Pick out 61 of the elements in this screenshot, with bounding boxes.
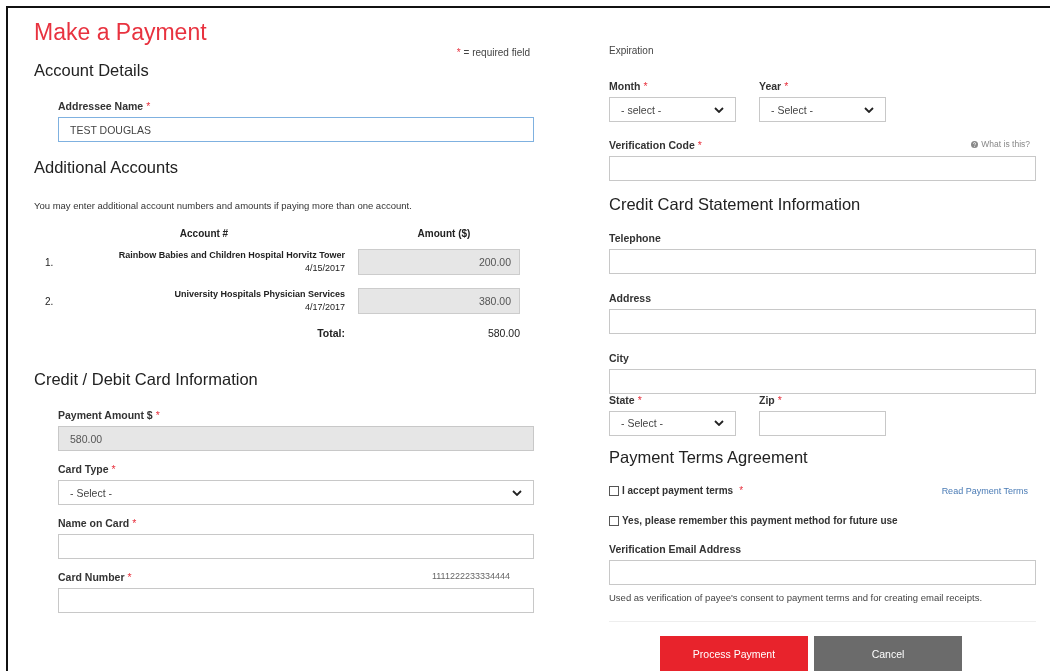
required-mark: * bbox=[155, 409, 160, 423]
required-mark: * bbox=[111, 463, 116, 477]
section-heading: Payment Terms Agreement bbox=[609, 447, 809, 467]
field-label: Card Type bbox=[58, 463, 109, 477]
required-mark: * bbox=[637, 393, 642, 408]
account-date: 4/15/2017 bbox=[304, 262, 345, 275]
required-mark: * bbox=[739, 485, 744, 497]
instruction-text: You may enter additional account numbers and amounts if paying more than one account. bbox=[34, 200, 413, 211]
required-mark: * bbox=[127, 571, 132, 585]
cancel-button[interactable]: Cancel bbox=[814, 636, 962, 671]
field-label: Year bbox=[759, 80, 782, 94]
help-link[interactable]: What is this? bbox=[971, 139, 1030, 149]
field-label: Verification Email Address bbox=[609, 543, 742, 558]
checkbox-label: I accept payment terms bbox=[622, 485, 734, 497]
field-label: Zip bbox=[759, 393, 775, 408]
email-note: Used as verification of payee's consent to payment terms and for creating email receipts. bbox=[609, 592, 1036, 622]
amount-field[interactable]: 380.00 bbox=[358, 288, 520, 314]
field-label: Address bbox=[609, 291, 651, 306]
section-heading: Account Details bbox=[34, 61, 150, 80]
required-mark: * bbox=[697, 139, 702, 153]
required-mark: * bbox=[643, 80, 648, 94]
addressee-name-field[interactable]: TEST DOUGLAS bbox=[58, 117, 534, 142]
select-dropdown[interactable]: - Select - bbox=[58, 480, 534, 505]
account-name: Rainbow Babies and Children Hospital Horvitz Tower bbox=[118, 249, 345, 262]
column-header: Account # bbox=[178, 228, 230, 239]
field-label: Telephone bbox=[609, 231, 661, 246]
amount-field[interactable]: 200.00 bbox=[358, 249, 520, 275]
section-heading: Credit / Debit Card Information bbox=[34, 370, 259, 389]
row-number: 1. bbox=[44, 256, 55, 268]
hint-text: 1111222233334444 bbox=[431, 571, 510, 581]
process-payment-button[interactable]: Process Payment bbox=[660, 636, 808, 671]
column-header: Amount ($) bbox=[416, 228, 472, 239]
month-dropdown[interactable]: - select - bbox=[609, 97, 736, 122]
row-number: 2. bbox=[44, 295, 55, 307]
account-name: University Hospitals Physician Services bbox=[174, 288, 345, 301]
read-terms-link[interactable]: Read Payment Terms bbox=[941, 485, 1028, 496]
required-mark: * bbox=[784, 80, 789, 94]
checkbox-label: Yes, please remember this payment method for future use bbox=[622, 515, 898, 526]
total-value: 580.00 bbox=[486, 327, 520, 339]
legend-text: = required field bbox=[463, 47, 530, 58]
state-dropdown[interactable]: - Select - bbox=[609, 410, 736, 436]
field-label: Name on Card bbox=[58, 517, 130, 531]
required-mark: * bbox=[777, 393, 782, 408]
field-label: Verification Code bbox=[609, 139, 695, 153]
expiration-caption: Expiration bbox=[609, 45, 655, 56]
payment-amount-field: 580.00 bbox=[58, 426, 534, 451]
required-mark: * bbox=[132, 517, 137, 531]
field-label: City bbox=[609, 351, 629, 366]
field-label: Card Number bbox=[58, 571, 125, 585]
field-label: Addressee Name bbox=[58, 100, 144, 114]
account-date: 4/17/2017 bbox=[304, 301, 345, 314]
field-label: Payment Amount $ bbox=[58, 409, 153, 423]
year-dropdown[interactable]: - Select - bbox=[759, 97, 886, 122]
required-mark: * bbox=[146, 100, 151, 114]
field-label: State bbox=[609, 393, 635, 408]
field-label: Month bbox=[609, 80, 641, 94]
required-mark: * bbox=[456, 47, 461, 58]
section-heading: Additional Accounts bbox=[34, 158, 179, 177]
page-title: Make a Payment bbox=[34, 19, 208, 45]
section-heading: Credit Card Statement Information bbox=[609, 194, 862, 214]
total-label: Total: bbox=[316, 327, 345, 339]
